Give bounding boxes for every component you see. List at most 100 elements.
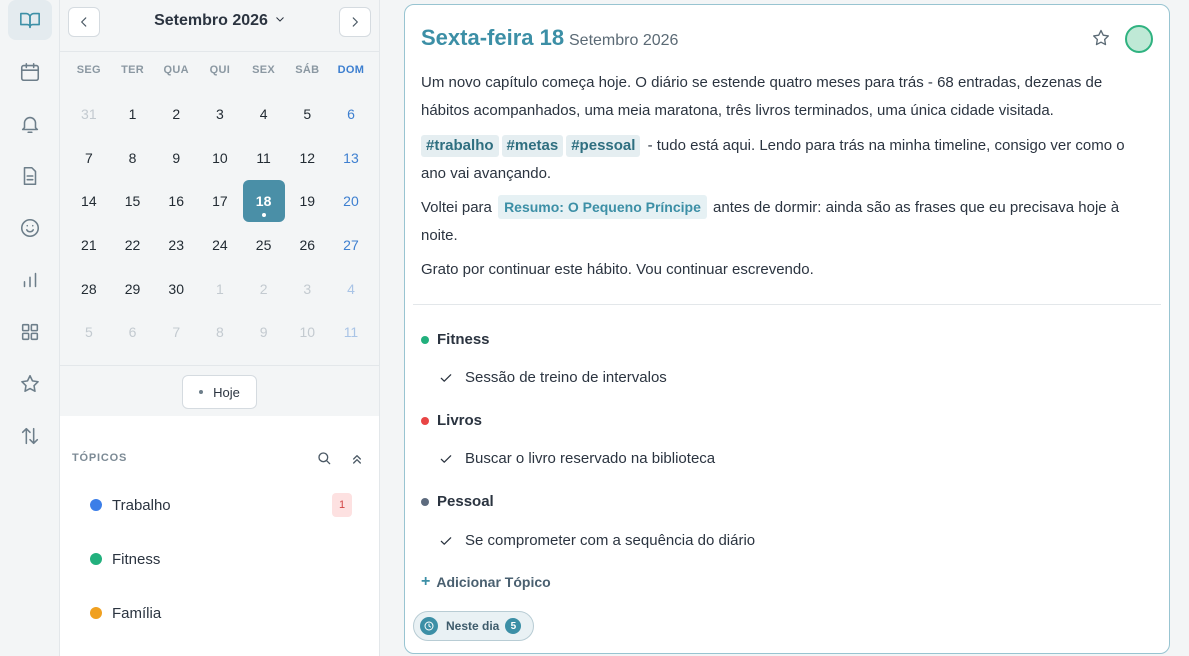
calendar-day[interactable]: 26 [285,223,329,267]
calendar-day[interactable]: 29 [111,267,155,311]
journal-entry-card: Sexta-feira 18 Setembro 2026 Um novo cap… [404,4,1170,654]
calendar-day[interactable]: 5 [67,310,111,354]
topic-section-pessoal[interactable]: Pessoal [421,493,494,510]
calendar-day[interactable]: 3 [285,267,329,311]
calendar-day-number: 22 [124,236,141,253]
calendar-day[interactable]: 13 [329,136,373,180]
today-button-label: Hoje [213,384,240,400]
task-label: Se comprometer com a sequência do diário [465,532,756,549]
calendar-day[interactable]: 4 [329,267,373,311]
calendar-day[interactable]: 19 [285,179,329,223]
favorite-button[interactable] [1091,28,1113,50]
topic-section-livros[interactable]: Livros [421,412,482,429]
calendar-day[interactable]: 1 [111,92,155,136]
calendar-day[interactable]: 9 [154,136,198,180]
entry-divider [413,304,1161,305]
calendar-day[interactable]: 3 [198,92,242,136]
calendar-day[interactable]: 10 [285,310,329,354]
mood-indicator[interactable] [1125,25,1153,53]
calendar-day-number: 6 [128,324,137,341]
calendar-day[interactable]: 17 [198,179,242,223]
linked-note-chip[interactable]: Resumo: O Pequeno Príncipe [498,195,707,219]
calendar-day-number: 7 [84,149,93,166]
rail-sync-button[interactable] [8,416,52,456]
entry-title: Sexta-feira 18 [421,25,565,50]
calendar-day[interactable]: 23 [154,223,198,267]
task-item[interactable]: Sessão de treino de intervalos [439,369,667,386]
entry-paragraph-link: Voltei para Resumo: O Pequeno Príncipe a… [421,194,1151,250]
add-topic-button[interactable]: + Adicionar Tópico [421,573,551,591]
calendar-day[interactable]: 2 [154,92,198,136]
month-selector[interactable]: Setembro 2026 [120,12,320,30]
search-icon [318,452,331,465]
topic-item-trabalho[interactable]: Trabalho [90,493,171,517]
rail-notes-button[interactable] [8,156,52,196]
calendar-day[interactable]: 1 [198,267,242,311]
calendar-day[interactable]: 11 [329,310,373,354]
calendar-day[interactable]: 7 [67,136,111,180]
prev-month-button[interactable] [68,7,100,37]
rail-reminders-button[interactable] [8,104,52,144]
topic-item-fitness[interactable]: Fitness [90,547,160,571]
calendar-day[interactable]: 2 [242,267,286,311]
today-button[interactable]: Hoje [182,375,257,409]
hashtag-chip[interactable]: #metas [501,135,564,157]
topics-search-button[interactable] [316,450,332,466]
calendar-day[interactable]: 14 [67,179,111,223]
calendar-day-number: 8 [128,149,137,166]
calendar-day[interactable]: 6 [329,92,373,136]
calendar-day[interactable]: 24 [198,223,242,267]
calendar-day[interactable]: 28 [67,267,111,311]
check-icon [440,536,452,545]
rail-mood-button[interactable] [8,208,52,248]
calendar-day[interactable]: 7 [154,310,198,354]
bell-icon [21,116,39,134]
calendar-day[interactable]: 8 [198,310,242,354]
chevron-left-icon [81,17,87,27]
calendar-day[interactable]: 5 [285,92,329,136]
calendar-day[interactable]: 31 [67,92,111,136]
on-this-day-button[interactable]: Neste dia 5 [413,611,535,641]
weekday-label: SEX [252,64,276,76]
rail-calendar-button[interactable] [8,52,52,92]
chevron-right-icon [352,17,358,27]
calendar-day[interactable]: 30 [154,267,198,311]
calendar-day[interactable]: 25 [242,223,286,267]
calendar-day[interactable]: 10 [198,136,242,180]
topic-item-familia[interactable]: Família [90,601,161,625]
next-month-button[interactable] [339,7,371,37]
weekday-header: SEG TER QUA QUI SEX SÁB DOM [67,64,373,76]
hashtag-chip[interactable]: #trabalho [421,135,499,157]
check-icon [440,454,452,463]
calendar-day[interactable]: 15 [111,179,155,223]
calendar-day[interactable]: 6 [111,310,155,354]
clock-icon [420,617,438,635]
topics-collapse-button[interactable] [349,451,365,467]
calendar-day-grid: 31 1 2 3 4 5 6 7 8 9 10 11 12 13 14 15 16 17 18 19 20 21 22 23 2… [67,92,373,354]
topic-section-fitness[interactable]: Fitness [421,331,490,348]
topic-color-dot [90,553,102,565]
calendar-day[interactable]: 21 [67,223,111,267]
rail-dashboard-button[interactable] [8,312,52,352]
calendar-day[interactable]: 20 [329,179,373,223]
calendar-day[interactable]: 22 [111,223,155,267]
calendar-day[interactable]: 12 [285,136,329,180]
calendar-day-number: 3 [303,280,312,297]
rail-journal-button[interactable] [8,0,52,40]
rail-favorites-button[interactable] [8,364,52,404]
calendar-day-number: 5 [303,105,312,122]
calendar-day[interactable]: 16 [154,179,198,223]
hashtag-chip[interactable]: #pessoal [566,135,641,157]
calendar-day-selected[interactable]: 18 [242,179,286,223]
calendar-day-number: 11 [343,324,359,341]
calendar-day[interactable]: 9 [242,310,286,354]
calendar-day[interactable]: 4 [242,92,286,136]
task-item[interactable]: Buscar o livro reservado na biblioteca [439,450,715,467]
today-dot-icon [199,390,204,394]
rail-stats-button[interactable] [8,260,52,300]
task-item[interactable]: Se comprometer com a sequência do diário [439,532,755,549]
calendar-day[interactable]: 8 [111,136,155,180]
calendar-day[interactable]: 27 [329,223,373,267]
calendar-day-number: 15 [124,193,141,210]
calendar-day[interactable]: 11 [242,136,286,180]
